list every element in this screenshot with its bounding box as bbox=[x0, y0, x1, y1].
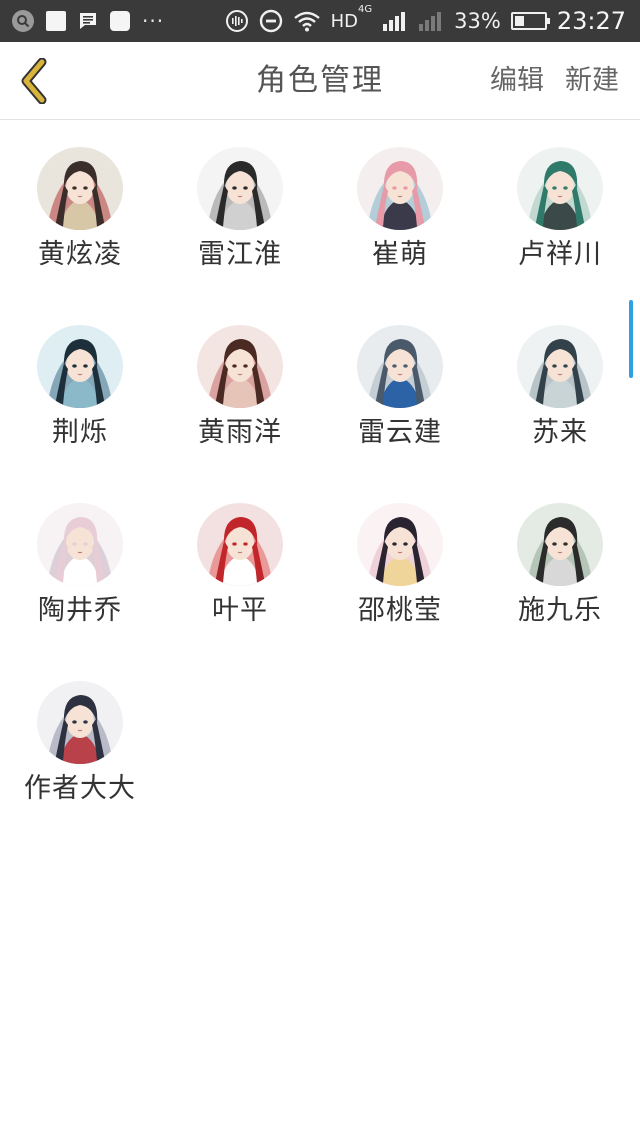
character-item[interactable]: 邵桃莹 bbox=[320, 477, 480, 627]
character-name: 陶井乔 bbox=[38, 595, 122, 626]
portrait-image bbox=[357, 147, 443, 230]
portrait-image bbox=[197, 147, 283, 230]
character-item[interactable]: 叶平 bbox=[160, 477, 320, 627]
wifi-icon bbox=[293, 11, 320, 32]
avatar bbox=[517, 503, 603, 586]
avatar bbox=[197, 147, 283, 230]
character-item[interactable]: 施九乐 bbox=[480, 477, 640, 627]
character-name: 邵桃莹 bbox=[358, 595, 442, 626]
character-item[interactable]: 陶井乔 bbox=[0, 477, 160, 627]
avatar bbox=[357, 503, 443, 586]
character-name: 雷江淮 bbox=[198, 239, 282, 270]
network-type: HD4G bbox=[330, 3, 373, 32]
portrait-image bbox=[197, 325, 283, 408]
avatar bbox=[37, 147, 123, 230]
character-name: 荆烁 bbox=[52, 417, 108, 448]
portrait-image bbox=[357, 325, 443, 408]
character-item[interactable]: 黄雨洋 bbox=[160, 299, 320, 449]
square-icon bbox=[46, 11, 66, 31]
character-item[interactable]: 荆烁 bbox=[0, 299, 160, 449]
character-name: 叶平 bbox=[212, 595, 268, 626]
signal-2-icon bbox=[419, 12, 442, 31]
portrait-image bbox=[197, 503, 283, 586]
battery-level bbox=[514, 16, 525, 26]
avatar bbox=[37, 681, 123, 764]
avatar bbox=[37, 325, 123, 408]
app-header: 角色管理 编辑 新建 bbox=[0, 42, 640, 120]
search-icon bbox=[12, 10, 34, 32]
battery-icon bbox=[510, 12, 550, 30]
portrait-image bbox=[37, 325, 123, 408]
character-item[interactable]: 作者大大 bbox=[0, 655, 160, 805]
more-notifications: ··· bbox=[142, 9, 165, 33]
character-name: 施九乐 bbox=[518, 595, 602, 626]
edit-button[interactable]: 编辑 bbox=[490, 42, 544, 120]
avatar bbox=[197, 325, 283, 408]
character-name: 作者大大 bbox=[24, 773, 136, 804]
character-item[interactable]: 黄炫凌 bbox=[0, 121, 160, 271]
dnd-icon bbox=[259, 9, 282, 33]
new-button[interactable]: 新建 bbox=[565, 42, 619, 120]
page-title: 角色管理 bbox=[256, 63, 384, 98]
signal-icon bbox=[383, 12, 406, 31]
character-name: 黄炫凌 bbox=[38, 239, 122, 270]
character-item[interactable]: 崔萌 bbox=[320, 121, 480, 271]
character-name: 崔萌 bbox=[372, 239, 428, 270]
portrait-image bbox=[517, 503, 603, 586]
status-bar: ··· HD4G 33% 23:27 bbox=[0, 0, 640, 42]
status-bar-right: HD4G 33% 23:27 bbox=[215, 3, 626, 35]
scrollbar[interactable] bbox=[629, 300, 633, 378]
portrait-image bbox=[357, 503, 443, 586]
character-item[interactable]: 卢祥川 bbox=[480, 121, 640, 271]
portrait-image bbox=[517, 325, 603, 408]
character-name: 卢祥川 bbox=[518, 239, 602, 270]
portrait-image bbox=[37, 147, 123, 230]
status-bar-left: ··· bbox=[12, 10, 176, 32]
avatar bbox=[197, 503, 283, 586]
character-name: 雷云建 bbox=[358, 417, 442, 448]
clock: 23:27 bbox=[556, 7, 626, 35]
message-icon bbox=[80, 13, 96, 29]
app-icon bbox=[110, 11, 130, 31]
character-name: 苏来 bbox=[532, 417, 588, 448]
portrait-image bbox=[37, 681, 123, 764]
portrait-image bbox=[517, 147, 603, 230]
character-item[interactable]: 雷云建 bbox=[320, 299, 480, 449]
avatar bbox=[357, 147, 443, 230]
portrait-image bbox=[37, 503, 123, 586]
character-item[interactable]: 苏来 bbox=[480, 299, 640, 449]
battery-percent: 33% bbox=[454, 9, 501, 33]
avatar bbox=[37, 503, 123, 586]
avatar bbox=[517, 147, 603, 230]
nfc-icon bbox=[225, 10, 248, 32]
character-name: 黄雨洋 bbox=[198, 417, 282, 448]
avatar bbox=[517, 325, 603, 408]
avatar bbox=[357, 325, 443, 408]
character-item[interactable]: 雷江淮 bbox=[160, 121, 320, 271]
